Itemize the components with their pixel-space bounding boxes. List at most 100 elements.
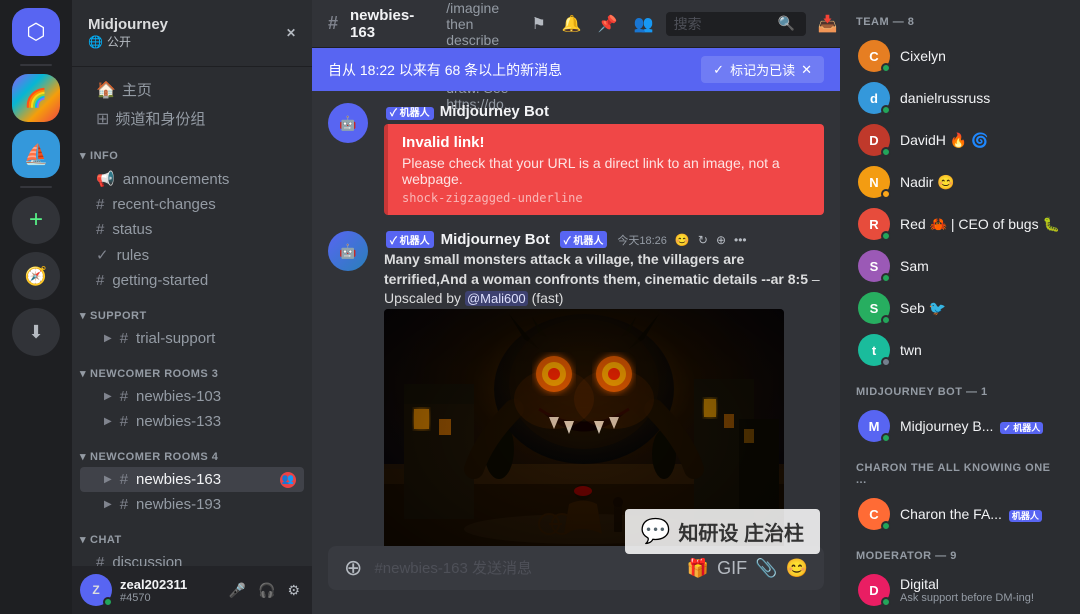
members-button[interactable]: 👥 <box>630 10 658 38</box>
server-icon-boat[interactable]: ⛵ <box>12 130 60 178</box>
gift-button[interactable]: 🎁 <box>687 558 709 579</box>
member-info-twn: twn <box>900 342 1062 358</box>
member-cixelyn[interactable]: C Cixelyn <box>852 36 1068 76</box>
member-status-danielrussruss <box>881 105 891 115</box>
server-icon-discord[interactable]: ⬡ <box>12 8 60 56</box>
category-chat[interactable]: ▾ CHAT <box>72 517 312 550</box>
category-support-label: SUPPORT <box>90 310 147 322</box>
member-name-digital: Digital <box>900 576 1062 592</box>
sidebar-item-announcements[interactable]: 📢 announcements <box>80 166 304 192</box>
midjourney-bot-tag: ✓ 机器人 <box>1000 422 1043 434</box>
sidebar-item-rules[interactable]: ✓ rules <box>80 242 304 268</box>
member-info-cixelyn: Cixelyn <box>900 48 1062 64</box>
user-status-dot <box>103 597 113 607</box>
sidebar-item-newbies-193[interactable]: ▶ # newbies-193 <box>80 492 304 517</box>
bot-verified-badge: ✓ 机器人 <box>386 231 434 248</box>
member-nadir[interactable]: N Nadir 😊 <box>852 162 1068 202</box>
invalid-link-url: shock-zigzagged-underline <box>402 191 810 205</box>
server-icon-midjourney[interactable]: 🌈 <box>12 74 60 122</box>
sidebar-item-newbies-163[interactable]: ▶ # newbies-163 👥 <box>80 467 304 492</box>
server-divider-2 <box>20 186 52 188</box>
prompt-text: Many small monsters attack a village, th… <box>384 251 808 287</box>
category-newcomer4[interactable]: ▾ NEWCOMER ROOMS 4 <box>72 434 312 467</box>
member-avatar-twn: t <box>858 334 890 366</box>
member-status-charon <box>881 521 891 531</box>
sidebar-item-home[interactable]: 🏠 主页 <box>80 75 304 104</box>
sidebar-item-trial-support[interactable]: ▶ # trial-support <box>80 326 304 351</box>
member-charon[interactable]: C Charon the FA... 机器人 <box>852 494 1068 534</box>
member-seb[interactable]: S Seb 🐦 <box>852 288 1068 328</box>
notification-button[interactable]: 🔔 <box>558 10 586 38</box>
member-name-danielrussruss: danielrussruss <box>900 90 1062 106</box>
category-info-chevron: ▾ <box>80 149 86 162</box>
hash-icon-2: # <box>96 196 104 213</box>
boost-icon[interactable]: ⊕ <box>716 233 726 247</box>
arrow-icon-3: ▶ <box>104 416 112 427</box>
member-midjourney-bot[interactable]: M Midjourney B... ✓ 机器人 <box>852 406 1068 446</box>
input-add-button[interactable]: ⊕ <box>344 555 362 581</box>
members-title-team: TEAM — 8 <box>852 16 1068 28</box>
settings-button[interactable]: ⚙ <box>283 578 304 603</box>
member-info-red: Red 🦀 | CEO of bugs 🐛 <box>900 216 1062 233</box>
emoji-button[interactable]: 😊 <box>786 558 808 579</box>
category-info[interactable]: ▾ INFO <box>72 133 312 166</box>
member-avatar-davidh: D <box>858 124 890 156</box>
member-status-midjourney-bot <box>881 433 891 443</box>
channel-newbies-133-label: newbies-133 <box>136 413 221 430</box>
member-name-davidh: DavidH 🔥 🌀 <box>900 132 1062 149</box>
server-icon-add[interactable]: + <box>12 196 60 244</box>
charon-bot-tag: 机器人 <box>1009 510 1042 522</box>
member-avatar-charon: C <box>858 498 890 530</box>
member-danielrussruss[interactable]: d danielrussruss <box>852 78 1068 118</box>
members-section-team: TEAM — 8 C Cixelyn d danielrussruss D Da… <box>852 16 1068 370</box>
inbox-button[interactable]: 📥 <box>814 10 840 38</box>
message-input[interactable] <box>374 548 674 589</box>
more-actions-icon[interactable]: ↻ <box>698 233 708 247</box>
ellipsis-icon[interactable]: ••• <box>734 233 747 247</box>
mention-mali600: @Mali600 <box>465 291 528 306</box>
member-status-cixelyn <box>881 63 891 73</box>
deafen-button[interactable]: 🎧 <box>254 578 279 603</box>
sidebar-item-discussion[interactable]: # discussion <box>80 550 304 566</box>
arrow-icon: ▶ <box>104 333 112 344</box>
mute-button[interactable]: 🎤 <box>225 578 250 603</box>
server-divider <box>20 64 52 66</box>
pin-button[interactable]: 📌 <box>594 10 622 38</box>
search-input[interactable] <box>674 16 774 32</box>
server-icon-download[interactable]: ⬇ <box>12 308 60 356</box>
sidebar-item-newbies-103[interactable]: ▶ # newbies-103 <box>80 384 304 409</box>
thread-button[interactable]: ⚑ <box>527 10 549 38</box>
category-chat-chevron: ▾ <box>80 533 86 546</box>
hash-icon-9: # <box>120 496 128 513</box>
member-name-twn: twn <box>900 342 1062 358</box>
sidebar-item-channels[interactable]: ⊞ 频道和身份组 <box>80 104 304 133</box>
close-icon: ✕ <box>801 62 812 78</box>
message-group-bot: 🤖 ✓ 机器人 Midjourney Bot ✓ 机器人 今天18:26 😊 ↻… <box>312 227 840 546</box>
server-header[interactable]: Midjourney 🌐 公开 ✕ <box>72 0 312 67</box>
member-twn[interactable]: t twn <box>852 330 1068 370</box>
member-davidh[interactable]: D DavidH 🔥 🌀 <box>852 120 1068 160</box>
channel-list: 🏠 主页 ⊞ 频道和身份组 ▾ INFO 📢 announcements # r… <box>72 67 312 566</box>
sidebar-item-getting-started[interactable]: # getting-started <box>80 268 304 293</box>
member-red[interactable]: R Red 🦀 | CEO of bugs 🐛 <box>852 204 1068 244</box>
channel-rules-label: rules <box>117 247 150 264</box>
mark-read-button[interactable]: ✓ 标记为已读 ✕ <box>701 56 824 83</box>
arrow-icon-5: ▶ <box>104 499 112 510</box>
server-list: ⬡ 🌈 ⛵ + 🧭 ⬇ <box>0 0 72 614</box>
server-icon-discover[interactable]: 🧭 <box>12 252 60 300</box>
sticker-button[interactable]: 📎 <box>755 558 777 579</box>
generated-image[interactable] <box>384 309 784 546</box>
category-newcomer3[interactable]: ▾ NEWCOMER ROOMS 3 <box>72 351 312 384</box>
member-status-davidh <box>881 147 891 157</box>
member-sam[interactable]: S Sam <box>852 246 1068 286</box>
category-support[interactable]: ▾ SUPPORT <box>72 293 312 326</box>
reactions-icon[interactable]: 😊 <box>675 233 690 247</box>
member-digital[interactable]: D Digital Ask support before DM-ing! <box>852 570 1068 610</box>
gif-button[interactable]: GIF <box>717 558 747 579</box>
sidebar-item-recent-changes[interactable]: # recent-changes <box>80 192 304 217</box>
sidebar-item-status[interactable]: # status <box>80 217 304 242</box>
sidebar-item-newbies-133[interactable]: ▶ # newbies-133 <box>80 409 304 434</box>
server-header-chevron: ✕ <box>286 26 296 40</box>
search-bar[interactable]: 🔍 <box>666 12 806 36</box>
user-controls: 🎤 🎧 ⚙ <box>225 578 304 603</box>
